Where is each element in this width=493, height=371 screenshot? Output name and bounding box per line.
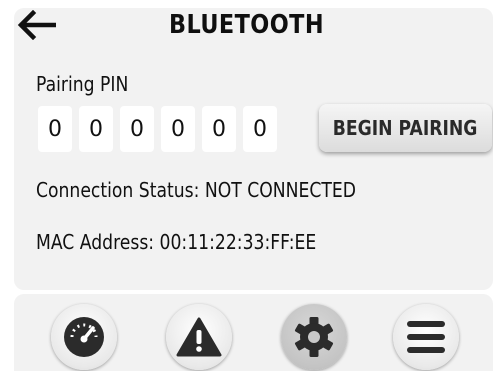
hamburger-menu-icon bbox=[407, 321, 445, 353]
begin-pairing-button[interactable]: BEGIN PAIRING bbox=[319, 104, 492, 152]
pairing-pin-label: Pairing PIN bbox=[36, 72, 129, 96]
pin-digit-3[interactable]: 0 bbox=[120, 106, 154, 152]
nav-alerts-button[interactable] bbox=[166, 304, 232, 370]
pin-digit-2[interactable]: 0 bbox=[79, 106, 113, 152]
speedometer-icon bbox=[64, 317, 104, 357]
page-title: BLUETOOTH bbox=[168, 10, 325, 40]
warning-icon bbox=[176, 317, 222, 357]
begin-pairing-label: BEGIN PAIRING bbox=[333, 116, 478, 140]
nav-dashboard-button[interactable] bbox=[51, 304, 117, 370]
pin-digit-6[interactable]: 0 bbox=[243, 106, 277, 152]
gear-icon bbox=[294, 317, 334, 357]
nav-menu-button[interactable] bbox=[393, 304, 459, 370]
connection-status: Connection Status: NOT CONNECTED bbox=[36, 178, 357, 202]
pin-digit-1[interactable]: 0 bbox=[38, 106, 72, 152]
nav-settings-button[interactable] bbox=[281, 304, 347, 370]
pin-digit-5[interactable]: 0 bbox=[202, 106, 236, 152]
mac-address: MAC Address: 00:11:22:33:FF:EE bbox=[36, 230, 317, 254]
pin-digit-4[interactable]: 0 bbox=[161, 106, 195, 152]
